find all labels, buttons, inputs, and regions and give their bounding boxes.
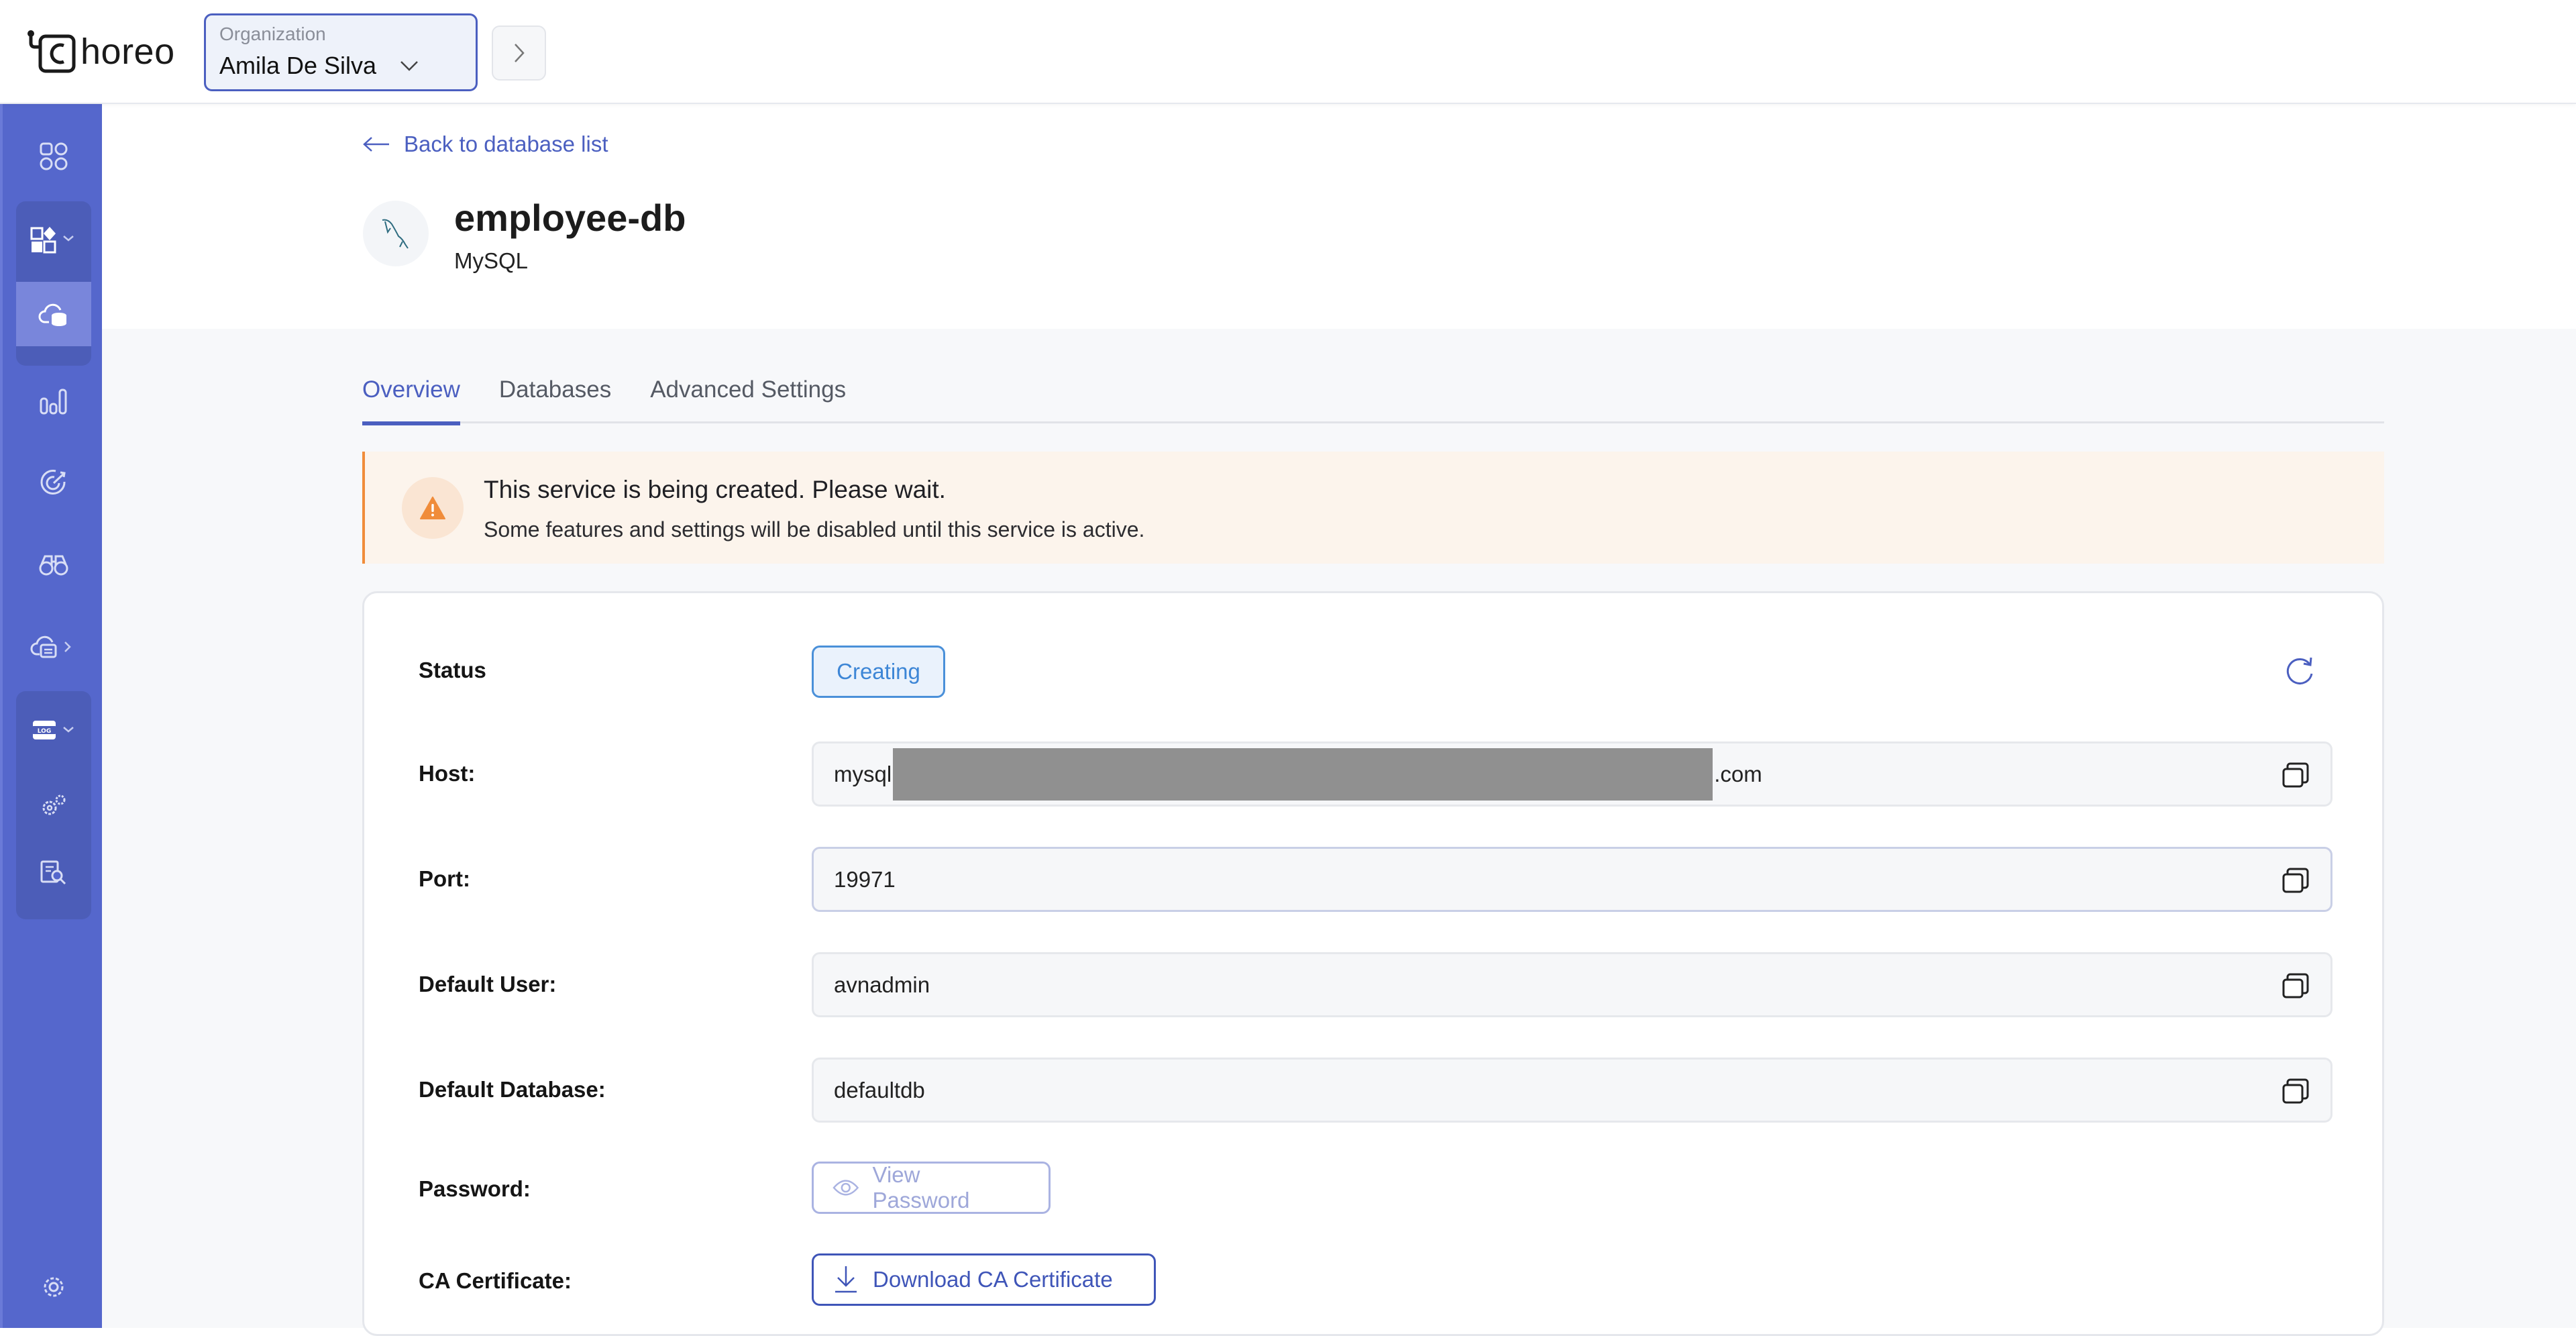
tab-bar: Overview Databases Advanced Settings <box>362 372 2384 425</box>
choreo-logo[interactable]: horeo <box>25 28 175 75</box>
port-value: 19971 <box>834 866 896 892</box>
status-label: Status <box>419 658 486 682</box>
organization-select[interactable]: Organization Amila De Silva <box>204 13 478 91</box>
redacted-block <box>893 748 1713 801</box>
ca-certificate-label: CA Certificate: <box>419 1268 572 1293</box>
sidebar-item-settings[interactable] <box>16 1255 91 1319</box>
password-label: Password: <box>419 1176 531 1201</box>
warning-banner: This service is being created. Please wa… <box>362 452 2384 564</box>
port-field[interactable]: 19971 <box>812 847 2332 912</box>
tab-databases[interactable]: Databases <box>499 372 611 423</box>
choreo-logo-icon <box>28 30 76 73</box>
host-prefix: mysql <box>834 761 892 786</box>
gear-icon <box>44 1277 64 1297</box>
arrow-left-icon <box>363 137 389 152</box>
sidebar: LOG <box>0 104 102 1328</box>
mysql-logo <box>363 201 429 266</box>
download-ca-certificate-label: Download CA Certificate <box>873 1267 1113 1292</box>
view-password-button[interactable]: View Password <box>812 1162 1051 1214</box>
logo-text: horeo <box>80 32 175 72</box>
org-next-button[interactable] <box>492 25 546 81</box>
warning-icon <box>420 497 445 519</box>
log-icon: LOG <box>32 721 74 739</box>
back-to-database-list-link[interactable]: Back to database list <box>362 132 608 157</box>
default-database-value: defaultdb <box>834 1077 925 1102</box>
host-field[interactable]: mysql .com <box>812 741 2332 807</box>
database-type: MySQL <box>454 248 529 273</box>
copy-icon[interactable] <box>2281 972 2310 1001</box>
eye-icon <box>833 1180 859 1196</box>
page-title: employee-db <box>454 197 686 239</box>
port-label: Port: <box>419 866 470 891</box>
sidebar-item-targets[interactable] <box>16 451 91 515</box>
sidebar-item-insights[interactable] <box>16 369 91 433</box>
download-ca-certificate-button[interactable]: Download CA Certificate <box>812 1253 1156 1306</box>
top-header: horeo Organization Amila De Silva <box>0 0 2576 104</box>
cloud-list-icon <box>30 635 71 658</box>
copy-icon[interactable] <box>2281 1077 2310 1107</box>
warning-icon-circle <box>402 477 464 539</box>
chevron-down-icon <box>400 61 418 71</box>
sidebar-item-components[interactable] <box>16 208 91 272</box>
sidebar-group-logs: LOG <box>16 691 91 919</box>
refresh-icon[interactable] <box>2283 655 2316 688</box>
sidebar-item-cloud-services[interactable] <box>16 614 91 678</box>
target-icon <box>40 470 66 495</box>
back-link-label: Back to database list <box>404 132 608 156</box>
doc-search-icon <box>40 860 66 885</box>
components-icon <box>30 227 74 254</box>
gears-icon <box>42 794 66 815</box>
default-database-label: Default Database: <box>419 1077 606 1102</box>
svg-text:LOG: LOG <box>38 728 51 735</box>
tab-overview[interactable]: Overview <box>362 372 460 425</box>
copy-icon[interactable] <box>2281 866 2310 896</box>
connection-details-card: Status Creating Host: mysql .com Port: 1… <box>362 591 2384 1336</box>
binoculars-icon <box>39 555 68 576</box>
default-user-field[interactable]: avnadmin <box>812 952 2332 1017</box>
view-password-label: View Password <box>872 1162 970 1213</box>
sidebar-item-audit[interactable] <box>16 840 91 905</box>
bar-chart-icon <box>40 389 67 415</box>
default-database-field[interactable]: defaultdb <box>812 1058 2332 1123</box>
chevron-right-icon <box>514 44 525 62</box>
tab-advanced-settings[interactable]: Advanced Settings <box>650 372 846 423</box>
sidebar-item-logs[interactable]: LOG <box>16 698 91 762</box>
banner-message: Some features and settings will be disab… <box>484 517 1145 542</box>
status-badge: Creating <box>812 646 945 698</box>
banner-title: This service is being created. Please wa… <box>484 476 946 503</box>
download-icon <box>835 1266 857 1293</box>
sidebar-item-databases[interactable] <box>16 282 91 346</box>
cloud-database-icon <box>38 303 66 326</box>
organization-label: Organization <box>219 23 326 44</box>
default-user-value: avnadmin <box>834 972 930 997</box>
grid-icon <box>40 142 68 170</box>
sidebar-group-components <box>16 201 91 366</box>
default-user-label: Default User: <box>419 972 557 996</box>
organization-value: Amila De Silva <box>219 52 377 79</box>
host-suffix: .com <box>1714 761 1762 786</box>
copy-icon[interactable] <box>2281 761 2310 790</box>
sidebar-item-observability[interactable] <box>16 532 91 597</box>
host-label: Host: <box>419 761 476 786</box>
sidebar-item-overview[interactable] <box>16 124 91 189</box>
mysql-dolphin-icon <box>382 219 409 249</box>
sidebar-item-log-settings[interactable] <box>16 773 91 837</box>
